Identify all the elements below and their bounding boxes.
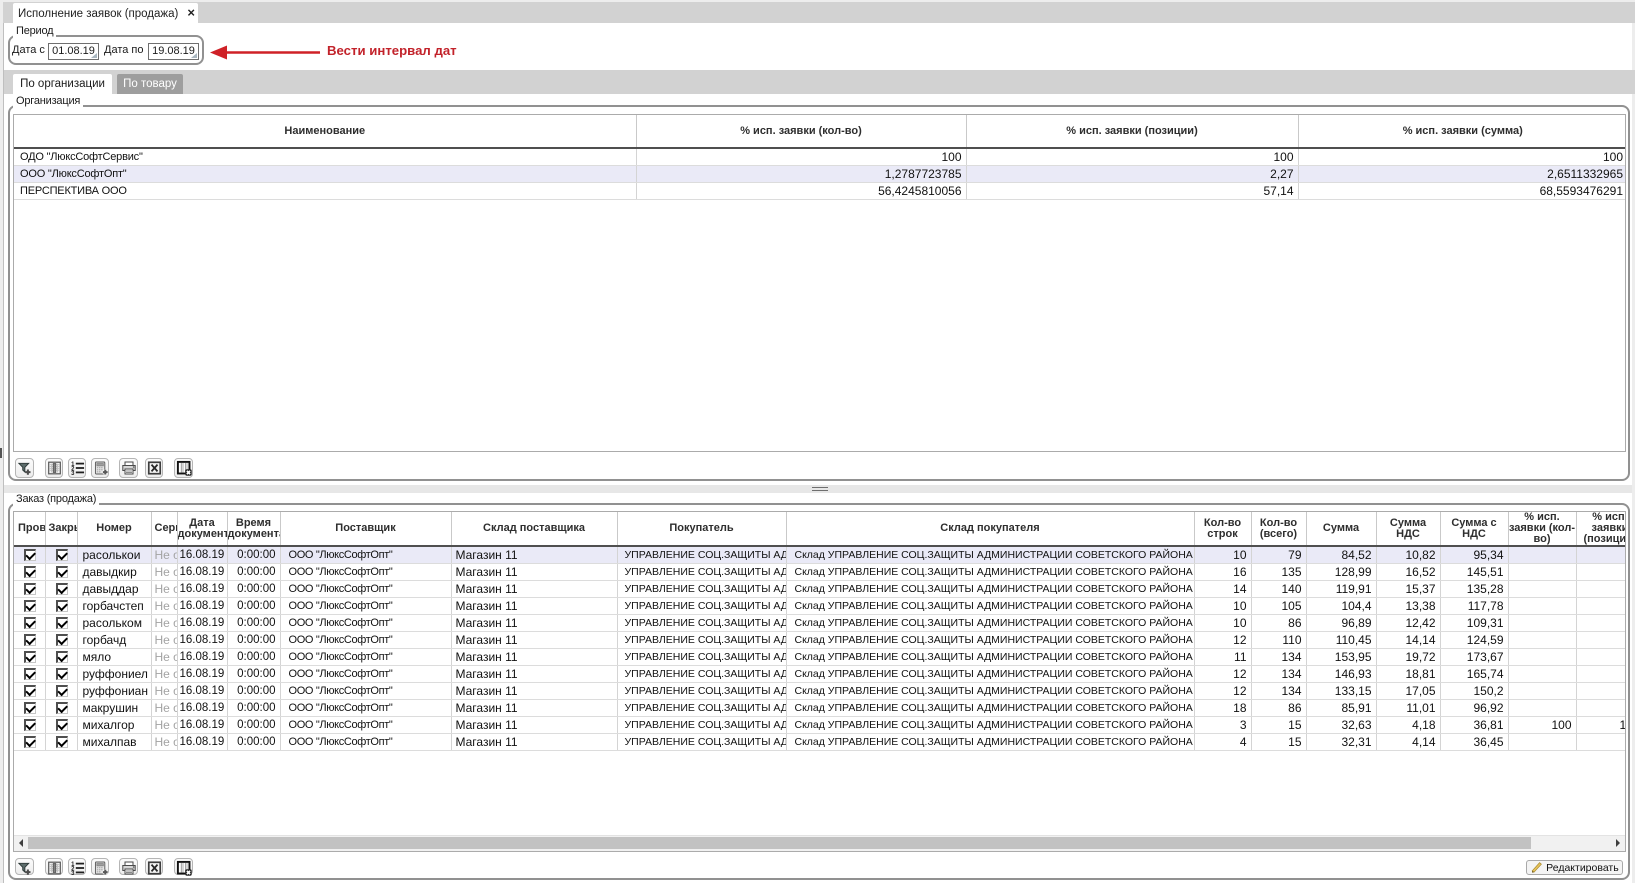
svg-text:3: 3 bbox=[71, 871, 75, 876]
svg-text:3: 3 bbox=[71, 471, 75, 476]
